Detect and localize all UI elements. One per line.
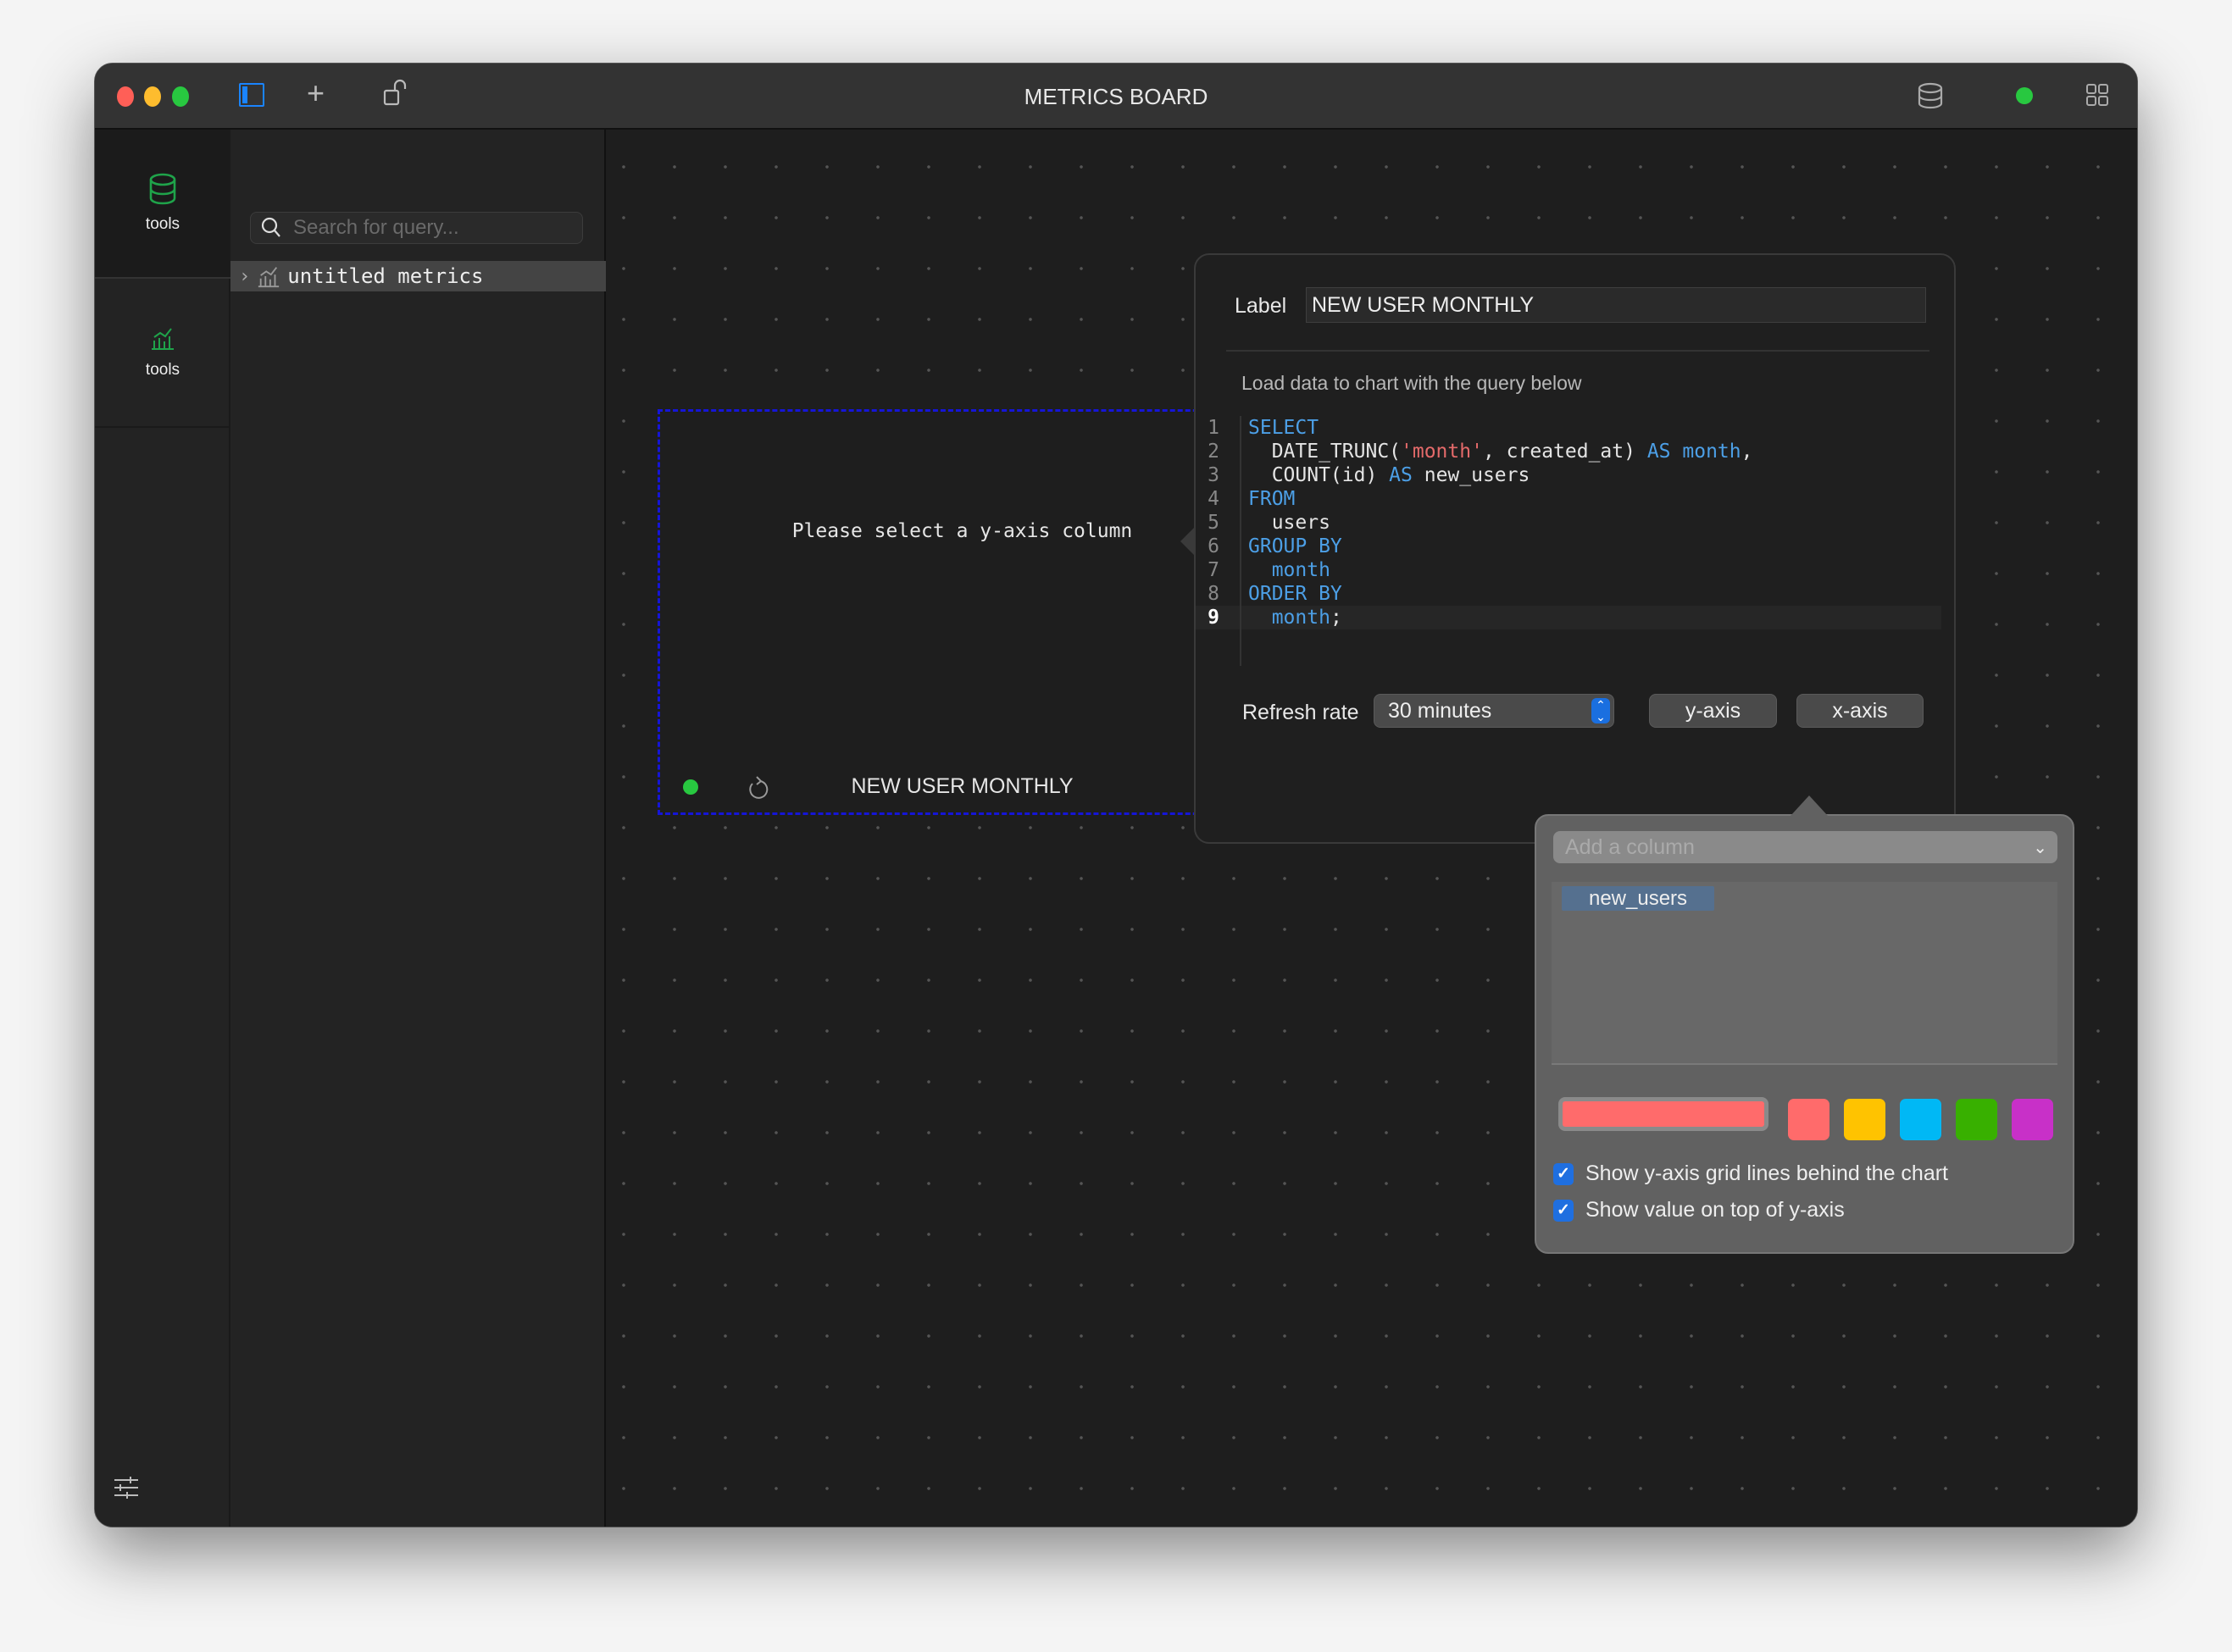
rail-item-label: tools (145, 361, 180, 379)
value-on-top-checkbox[interactable]: ✓ (1553, 1199, 1574, 1222)
selected-color-well[interactable] (1558, 1097, 1768, 1131)
code-line[interactable]: 1 SELECT (1196, 416, 1941, 440)
code-token: AS (1389, 464, 1413, 486)
line-number: 7 (1208, 559, 1219, 581)
line-number: 3 (1208, 464, 1219, 486)
search-icon (261, 217, 280, 237)
label-input[interactable] (1306, 287, 1926, 323)
grid-lines-checkbox[interactable]: ✓ (1553, 1162, 1574, 1185)
code-line[interactable]: 8 ORDER BY (1196, 582, 1941, 606)
code-line[interactable]: 2 DATE_TRUNC('month', created_at) AS mon… (1196, 440, 1941, 463)
panel-arrow (1791, 796, 1828, 816)
search-box[interactable] (250, 212, 583, 244)
add-column-placeholder: Add a column (1565, 834, 1695, 859)
line-number: 5 (1208, 512, 1219, 534)
sql-editor[interactable]: 1 SELECT 2 DATE_TRUNC('month', created_at)… (1196, 416, 1941, 629)
search-input[interactable] (293, 216, 564, 240)
code-line[interactable]: 3 COUNT(id) AS new_users (1196, 463, 1941, 487)
label-caption: Label (1235, 294, 1287, 318)
title-bar: + METRICS BOARD (95, 64, 2137, 130)
card-title: NEW USER MONTHLY (851, 774, 1074, 798)
code-line[interactable]: 5 users (1196, 511, 1941, 535)
selected-color-swatch (1563, 1101, 1764, 1127)
tree-item-label: untitled metrics (287, 264, 484, 288)
y-axis-button[interactable]: y-axis (1649, 694, 1777, 728)
code-token: DATE_TRUNC( (1248, 441, 1402, 463)
rail-item-label: tools (145, 215, 180, 233)
line-number: 8 (1208, 583, 1219, 605)
tool-rail: tools tools (95, 130, 230, 1527)
code-token: , (1741, 441, 1753, 463)
column-chip-new-users[interactable]: new_users (1562, 886, 1714, 911)
color-swatch[interactable] (1956, 1099, 1997, 1140)
database-icon[interactable] (1917, 82, 1944, 109)
grid-lines-label: Show y-axis grid lines behind the chart (1585, 1161, 1949, 1185)
stepper-chevrons-icon: ⌃ ⌄ (1591, 698, 1610, 723)
code-token: , created_at) (1482, 441, 1647, 463)
code-token: GROUP BY (1248, 535, 1342, 557)
chevron-down-icon: ⌄ (2033, 838, 2047, 857)
y-axis-settings-panel: Add a column ⌄ new_users ✓ Show y-axis gr… (1535, 796, 2074, 1254)
popover-arrow (1180, 526, 1196, 557)
connection-status-indicator (2016, 87, 2033, 104)
refresh-rate-label: Refresh rate (1242, 701, 1359, 724)
editor-gutter-border (1240, 416, 1241, 666)
chart-icon (152, 328, 174, 350)
query-hint: Load data to chart with the query below (1241, 372, 1582, 394)
code-token: month (1248, 559, 1330, 581)
code-token: month (1248, 607, 1330, 629)
grid-layout-icon[interactable] (2086, 84, 2108, 106)
window-title: METRICS BOARD (1024, 84, 1208, 109)
color-swatch[interactable] (1844, 1099, 1885, 1140)
value-on-top-label: Show value on top of y-axis (1585, 1198, 1845, 1222)
chart-icon (258, 267, 280, 288)
rail-item-database-tools[interactable]: tools (95, 130, 230, 279)
grid-lines-option[interactable]: ✓ Show y-axis grid lines behind the chart (1553, 1161, 1948, 1186)
empty-chart-message: Please select a y-axis column (791, 520, 1133, 542)
color-swatch[interactable] (1788, 1099, 1829, 1140)
code-line[interactable]: 7 month (1196, 558, 1941, 582)
code-line[interactable]: 4 FROM (1196, 487, 1941, 511)
code-token: users (1248, 512, 1330, 534)
code-line[interactable]: 9 month; (1196, 606, 1941, 629)
code-token: SELECT (1248, 417, 1319, 439)
add-column-select[interactable]: Add a column ⌄ (1553, 831, 2057, 863)
line-number: 9 (1208, 607, 1219, 629)
refresh-rate-select[interactable]: 30 minutes ⌃ ⌄ (1374, 694, 1614, 728)
line-number: 6 (1208, 535, 1219, 557)
value-on-top-option[interactable]: ✓ Show value on top of y-axis (1553, 1198, 1845, 1222)
line-number: 2 (1208, 441, 1219, 463)
code-token: AS month (1646, 441, 1741, 463)
code-token: FROM (1248, 488, 1296, 510)
code-token: ORDER BY (1248, 583, 1342, 605)
line-number: 4 (1208, 488, 1219, 510)
database-icon (149, 173, 176, 205)
divider (1226, 350, 1929, 352)
color-swatch[interactable] (1900, 1099, 1941, 1140)
code-token: ; (1330, 607, 1342, 629)
settings-sliders-icon[interactable] (114, 1477, 139, 1499)
color-swatch[interactable] (2012, 1099, 2053, 1140)
refresh-rate-value: 30 minutes (1388, 698, 1492, 723)
selected-columns-list: new_users (1552, 882, 2057, 1065)
chevron-right-icon[interactable]: › (239, 266, 250, 287)
sidebar: › untitled metrics (230, 130, 606, 1527)
tree-item-untitled-metrics[interactable]: › untitled metrics (230, 261, 606, 291)
rail-item-chart-tools[interactable]: tools (95, 279, 230, 428)
code-token: COUNT(id) (1248, 464, 1390, 486)
chart-card[interactable]: Please select a y-axis column NEW USER M… (658, 409, 1267, 815)
code-line[interactable]: 6 GROUP BY (1196, 535, 1941, 558)
code-token: 'month' (1401, 441, 1483, 463)
code-token: new_users (1412, 464, 1530, 486)
chart-settings-popover: Label Load data to chart with the query … (1180, 253, 1956, 844)
line-number: 1 (1208, 417, 1219, 439)
x-axis-button[interactable]: x-axis (1796, 694, 1924, 728)
